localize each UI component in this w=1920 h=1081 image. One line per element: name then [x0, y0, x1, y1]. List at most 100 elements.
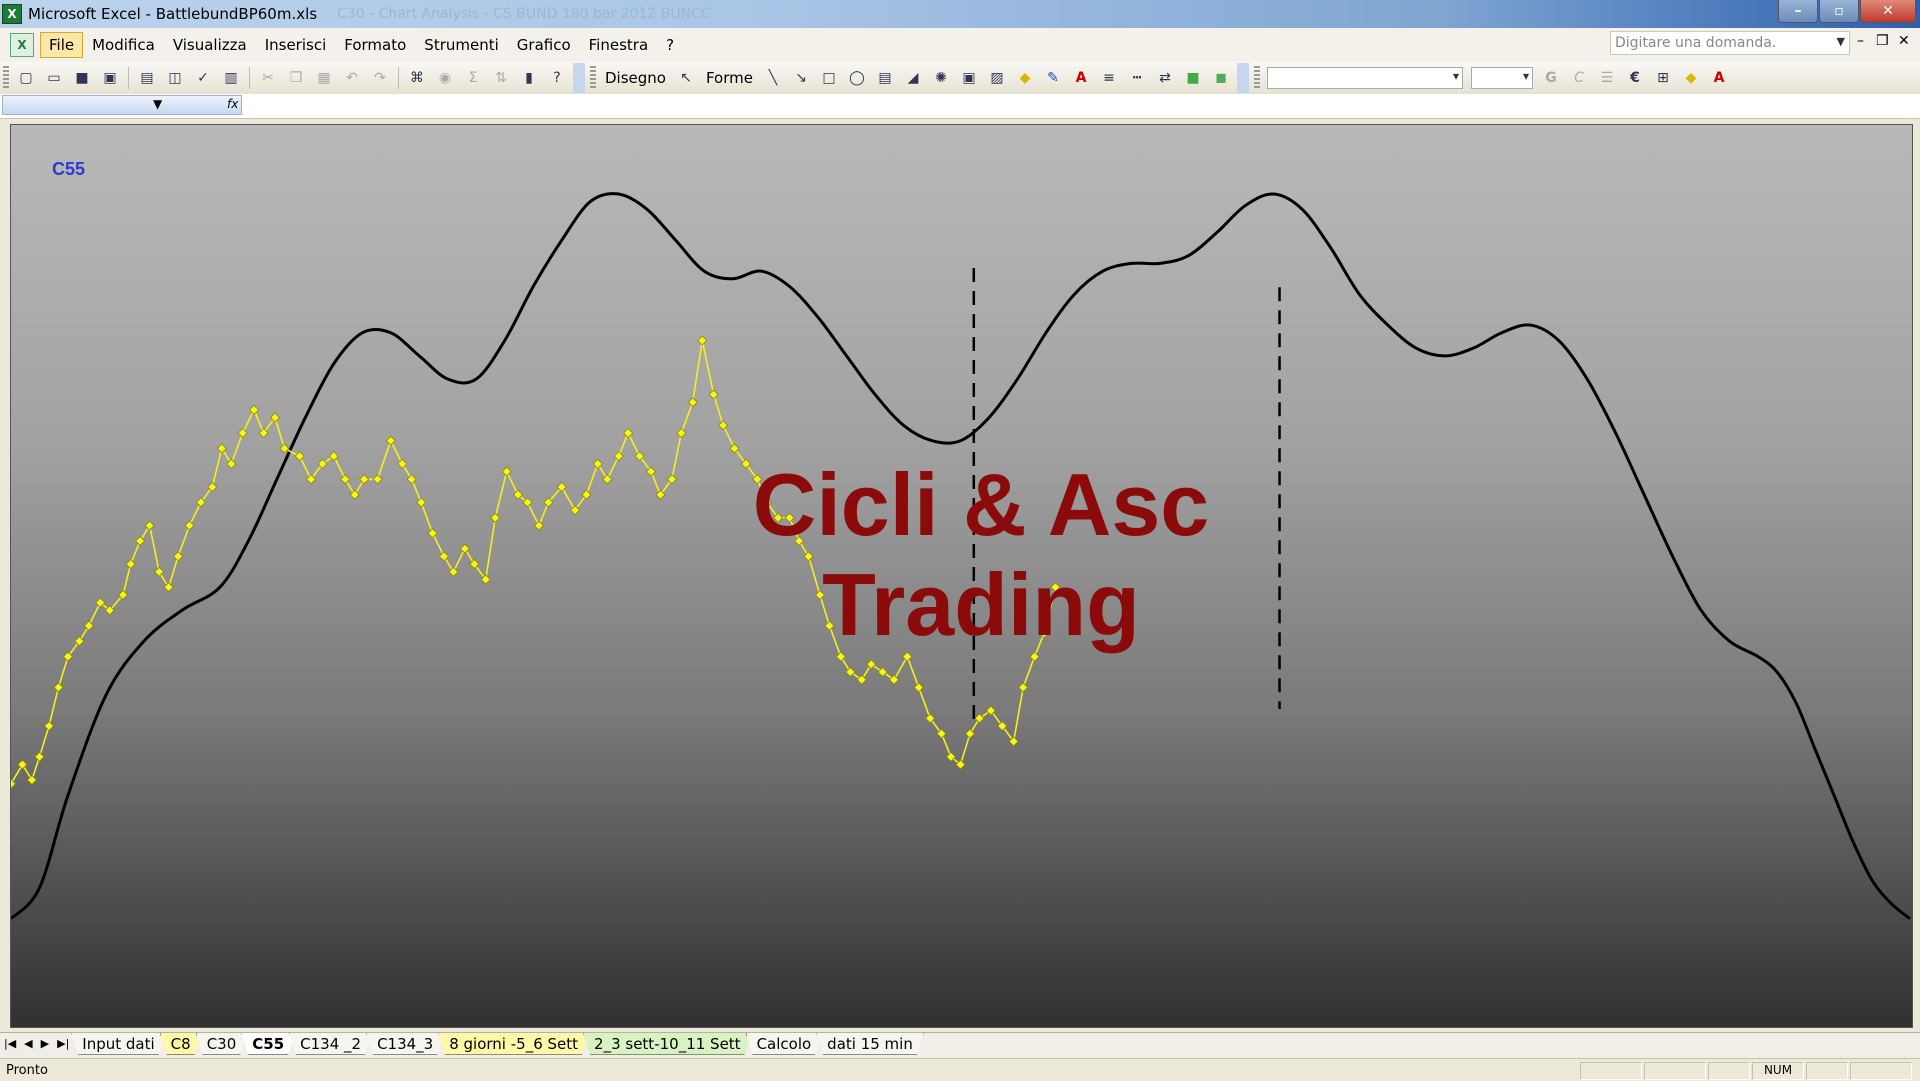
price-point[interactable]: [359, 474, 370, 485]
tab-dati-15-min[interactable]: dati 15 min: [816, 1033, 924, 1055]
restore-button[interactable]: ▫: [1819, 0, 1859, 23]
menu-inserisci[interactable]: Inserisci: [256, 32, 336, 58]
clipart-icon[interactable]: ▣: [958, 67, 980, 89]
price-point[interactable]: [866, 659, 877, 670]
menu-finestra[interactable]: Finestra: [580, 32, 658, 58]
toolbar-grip[interactable]: [590, 66, 596, 90]
3d-icon[interactable]: ◼: [1210, 67, 1232, 89]
arrow-tool-icon[interactable]: ↘: [790, 67, 812, 89]
price-point[interactable]: [687, 397, 698, 408]
research-icon[interactable]: ▥: [220, 67, 242, 89]
price-point[interactable]: [385, 435, 396, 446]
chart-wizard-icon[interactable]: ▮: [518, 67, 540, 89]
print-icon[interactable]: ▤: [136, 67, 158, 89]
price-point[interactable]: [613, 451, 624, 462]
price-point[interactable]: [340, 474, 351, 485]
doc-restore-button[interactable]: ❐: [1876, 33, 1889, 49]
price-point[interactable]: [438, 551, 450, 562]
price-point[interactable]: [279, 443, 290, 454]
tab-8-giorni[interactable]: 8 giorni -5_6 Sett: [438, 1033, 589, 1055]
redo-icon[interactable]: ↷: [369, 67, 391, 89]
font-name-combo[interactable]: [1266, 67, 1463, 89]
price-point[interactable]: [877, 666, 888, 678]
excel-app-icon[interactable]: X: [2, 4, 22, 24]
dash-style-icon[interactable]: ┅: [1126, 67, 1148, 89]
doc-close-button[interactable]: ✕: [1898, 33, 1910, 49]
undo-icon[interactable]: ↶: [341, 67, 363, 89]
price-point[interactable]: [459, 543, 470, 554]
price-point[interactable]: [226, 458, 237, 469]
chart-area[interactable]: C55 Cicli & Asc Trading: [10, 124, 1913, 1028]
tab-2-3-sett[interactable]: 2_3 sett-10_11 Sett: [583, 1033, 752, 1055]
minimize-button[interactable]: –: [1778, 0, 1818, 23]
next-sheet-icon[interactable]: ▶: [41, 1037, 49, 1050]
price-point[interactable]: [427, 528, 438, 539]
price-point[interactable]: [974, 713, 985, 724]
hyperlink-icon[interactable]: ⌘: [406, 67, 428, 89]
name-box[interactable]: ▼ fx: [2, 95, 242, 115]
price-point[interactable]: [490, 512, 501, 523]
price-point[interactable]: [592, 458, 603, 469]
price-point[interactable]: [623, 427, 634, 439]
price-point[interactable]: [163, 582, 174, 593]
last-sheet-icon[interactable]: ▶|: [57, 1037, 69, 1050]
drawing-menu-button[interactable]: Disegno: [605, 69, 666, 87]
tab-c134-2[interactable]: C134 _2: [289, 1033, 372, 1055]
price-point[interactable]: [845, 666, 856, 678]
align-icon[interactable]: ☰: [1596, 67, 1618, 89]
spelling-icon[interactable]: ✓: [192, 67, 214, 89]
toolbar-options-icon[interactable]: [573, 63, 585, 93]
paste-icon[interactable]: ▦: [313, 67, 335, 89]
price-point[interactable]: [406, 474, 417, 485]
menu-help[interactable]: ?: [657, 32, 683, 58]
rectangle-tool-icon[interactable]: □: [818, 67, 840, 89]
toolbar-options-icon[interactable]: [1236, 63, 1249, 93]
price-point[interactable]: [913, 682, 924, 693]
price-point[interactable]: [125, 559, 136, 570]
price-point[interactable]: [53, 682, 64, 693]
price-point[interactable]: [34, 751, 45, 762]
price-point[interactable]: [697, 335, 708, 346]
toolbar-grip[interactable]: [3, 66, 9, 90]
price-point[interactable]: [237, 427, 248, 439]
fill-color-icon[interactable]: ◆: [1014, 67, 1036, 89]
price-point[interactable]: [349, 489, 360, 500]
toolbar-grip[interactable]: [1253, 66, 1260, 90]
fx-icon[interactable]: fx: [227, 97, 238, 111]
cell-fill-icon[interactable]: ◆: [1680, 67, 1702, 89]
copy-icon[interactable]: ❐: [285, 67, 307, 89]
prev-sheet-icon[interactable]: ◀: [24, 1037, 32, 1050]
price-point[interactable]: [718, 420, 729, 431]
tab-input-dati[interactable]: Input dati: [71, 1033, 165, 1055]
price-point[interactable]: [888, 674, 900, 685]
new-icon[interactable]: ▢: [15, 67, 37, 89]
menu-strumenti[interactable]: Strumenti: [415, 32, 507, 58]
open-icon[interactable]: ▭: [43, 67, 65, 89]
help-icon[interactable]: ?: [546, 67, 568, 89]
shapes-menu-button[interactable]: Forme: [706, 69, 753, 87]
price-point[interactable]: [676, 427, 687, 439]
price-point[interactable]: [448, 566, 459, 577]
price-point[interactable]: [856, 674, 867, 685]
line-color-icon[interactable]: ✎: [1042, 67, 1064, 89]
bold-icon[interactable]: G: [1540, 67, 1562, 89]
chevron-down-icon[interactable]: ▼: [1837, 35, 1845, 48]
price-point[interactable]: [501, 466, 512, 477]
text-color-icon[interactable]: A: [1708, 67, 1730, 89]
price-point[interactable]: [708, 389, 719, 400]
font-color-icon[interactable]: A: [1070, 67, 1092, 89]
font-size-combo[interactable]: [1470, 67, 1533, 89]
price-point[interactable]: [328, 451, 339, 462]
print-preview-icon[interactable]: ◫: [164, 67, 186, 89]
arrow-style-icon[interactable]: ⇄: [1154, 67, 1176, 89]
tab-c134-3[interactable]: C134_3: [366, 1033, 444, 1055]
cut-icon[interactable]: ✂: [257, 67, 279, 89]
first-sheet-icon[interactable]: |◀: [4, 1037, 16, 1050]
tab-calcolo[interactable]: Calcolo: [746, 1033, 823, 1055]
web-icon[interactable]: ◉: [434, 67, 456, 89]
line-tool-icon[interactable]: ╲: [762, 67, 784, 89]
tab-c55[interactable]: C55: [241, 1033, 295, 1055]
price-point[interactable]: [17, 759, 28, 770]
price-point[interactable]: [416, 497, 427, 508]
price-point[interactable]: [602, 474, 613, 485]
